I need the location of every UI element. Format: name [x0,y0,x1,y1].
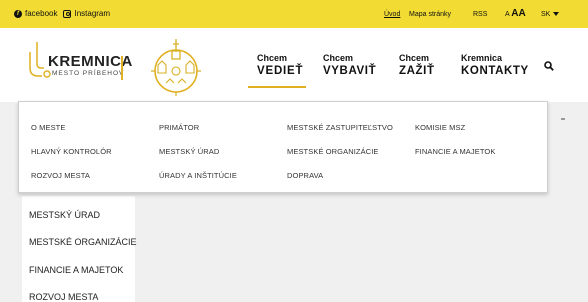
nav-line1: Chcem [323,53,354,63]
nav-chcem-zazit[interactable]: Chcem ZAŽIŤ [399,52,435,78]
nav-line1: Chcem [399,53,430,63]
logo-divider [121,56,123,80]
menu-item-komisie-msz[interactable]: KOMISIE MSZ [415,123,465,132]
active-nav-indicator [248,86,306,88]
nav-line2: KONTAKTY [461,65,529,77]
uvod-link[interactable]: Úvod [384,11,400,18]
font-small-button[interactable]: A [505,11,509,18]
chevron-down-icon [553,12,560,16]
facebook-label: facebook [25,9,58,18]
instagram-icon [63,9,72,18]
nav-chcem-vybavit[interactable]: Chcem VYBAVIŤ [323,52,376,78]
side-menu-item[interactable]: FINANCIE A MAJETOK [29,265,123,275]
language-selector[interactable]: SK [541,11,560,18]
font-size-control[interactable]: A AA [505,8,526,19]
nav-line1: Kremnica [461,53,503,63]
side-menu-item[interactable]: ROZVOJ MESTA [29,292,98,302]
logo-subtitle: MESTO PRÍBEHOV [52,70,125,77]
site-logo[interactable]: KREMNICA MESTO PRÍBEHOV [26,38,132,84]
menu-item-doprava[interactable]: DOPRAVA [287,171,323,180]
language-label: SK [541,11,551,18]
menu-item-mestske-organizacie[interactable]: MESTSKÉ ORGANIZÁCIE [287,147,379,156]
menu-item-hlavny-kontrolor[interactable]: HLAVNÝ KONTROLÓR [31,147,112,156]
menu-item-mestsky-urad[interactable]: MESTSKÝ ÚRAD [159,147,219,156]
social-links: f facebook Instagram [14,9,110,18]
rss-link[interactable]: RSS [473,11,487,18]
menu-item-primator[interactable]: PRIMÁTOR [159,123,199,132]
search-icon[interactable] [544,61,554,71]
town-emblem-icon [151,39,201,96]
menu-item-financie-majetok[interactable]: FINANCIE A MAJETOK [415,147,495,156]
nav-line2: ZAŽIŤ [399,65,435,77]
mega-menu-dropdown: O MESTE HLAVNÝ KONTROLÓR ROZVOJ MESTA PR… [18,101,548,193]
page: f facebook Instagram Úvod Mapa stránky R… [0,0,588,302]
side-menu-item[interactable]: MESTSKÉ ORGANIZÁCIE [29,237,137,247]
side-menu: MESTSKÝ ÚRAD MESTSKÉ ORGANIZÁCIE FINANCI… [22,196,137,302]
nav-line2: VEDIEŤ [257,65,304,77]
menu-item-rozvoj-mesta[interactable]: ROZVOJ MESTA [31,171,90,180]
nav-line2: VYBAVIŤ [323,65,377,77]
facebook-icon: f [14,9,22,18]
side-menu-item[interactable]: MESTSKÝ ÚRAD [29,210,100,220]
instagram-link[interactable]: Instagram [63,9,110,18]
nav-line1: Chcem [257,53,288,63]
menu-item-o-meste[interactable]: O MESTE [31,123,65,132]
sitemap-link[interactable]: Mapa stránky [409,11,451,18]
nav-kremnica-kontakty[interactable]: Kremnica KONTAKTY [461,52,529,78]
header: KREMNICA MESTO PRÍBEHOV Chcem VEDIEŤ Chc… [0,28,588,102]
menu-item-urady-institucie[interactable]: ÚRADY A INŠTITÚCIE [159,171,237,180]
top-bar: f facebook Instagram Úvod Mapa stránky R… [0,0,588,28]
facebook-link[interactable]: f facebook [14,9,57,18]
font-large-button[interactable]: AA [511,8,525,19]
menu-item-mestske-zastupitelstvo[interactable]: MESTSKÉ ZASTUPITEĽSTVO [287,123,393,132]
nav-chcem-vediet[interactable]: Chcem VEDIEŤ [257,52,303,78]
instagram-label: Instagram [74,9,111,18]
scroll-indicator [561,118,565,120]
